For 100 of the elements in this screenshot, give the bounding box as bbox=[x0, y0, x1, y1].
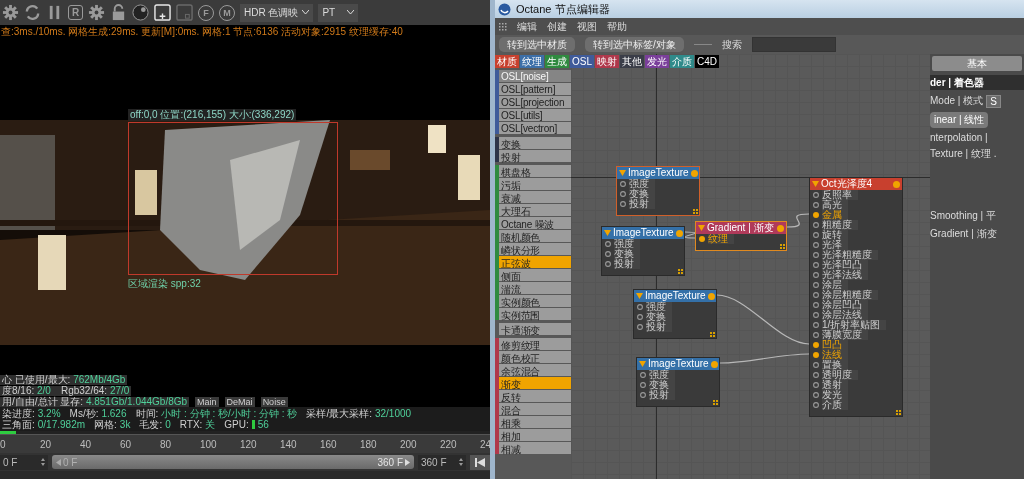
node-type-item[interactable]: 余弦混合 bbox=[499, 364, 571, 376]
menu-item[interactable]: 编辑 bbox=[517, 19, 537, 34]
port-icon[interactable] bbox=[813, 242, 819, 248]
option-button[interactable]: inear | 线性 bbox=[930, 112, 989, 128]
left-arrow-icon[interactable] bbox=[56, 458, 61, 466]
mode-dropdown[interactable]: S bbox=[986, 94, 1001, 108]
resize-grip-icon[interactable] bbox=[678, 269, 683, 274]
node-type-item[interactable]: OSL[vectron] bbox=[499, 122, 571, 134]
port-icon[interactable] bbox=[640, 392, 646, 398]
collapse-triangle-icon[interactable] bbox=[636, 293, 643, 299]
basic-tab[interactable]: 基本 bbox=[932, 56, 1022, 71]
port-icon[interactable] bbox=[813, 382, 819, 388]
output-port-icon[interactable] bbox=[675, 229, 683, 237]
region-frame[interactable] bbox=[128, 122, 338, 275]
resize-grip-icon[interactable] bbox=[710, 332, 715, 337]
timeline-ruler[interactable]: 0 20 40 60 80 100 120 140 160 180 200 220 24 bbox=[0, 434, 490, 453]
port-icon[interactable] bbox=[813, 202, 819, 208]
port-icon[interactable] bbox=[813, 392, 819, 398]
port-icon[interactable] bbox=[637, 314, 643, 320]
grip-icon[interactable] bbox=[499, 22, 507, 31]
node-type-item[interactable]: 混合 bbox=[499, 403, 571, 415]
spinner-icon[interactable] bbox=[41, 458, 45, 466]
resize-grip-icon[interactable] bbox=[780, 244, 785, 249]
category-tab[interactable]: OSL bbox=[570, 55, 594, 68]
port-icon[interactable] bbox=[813, 222, 819, 228]
node-type-item[interactable]: OSL[pattern] bbox=[499, 83, 571, 95]
port-icon[interactable] bbox=[605, 241, 611, 247]
node-type-item[interactable]: 随机颜色 bbox=[499, 230, 571, 242]
collapse-triangle-icon[interactable] bbox=[698, 225, 705, 231]
node-type-item[interactable]: 大理石 bbox=[499, 204, 571, 216]
node-card[interactable]: Oct光泽度4 反照率 高光 金属 粗糙度 旋转 光泽 光泽粗糙度 光泽凹凸 光泽法线 涂层 涂层粗糙度 涂层凹凸 涂层法线 1/折射率贴图 薄膜宽度 凹凸 法线 置换 透明度 透射 发光 介质 bbox=[809, 177, 903, 417]
resize-grip-icon[interactable] bbox=[713, 400, 718, 405]
spinner-icon[interactable] bbox=[459, 458, 463, 466]
port-icon[interactable] bbox=[620, 191, 626, 197]
port-icon[interactable] bbox=[813, 342, 819, 348]
channel-tab[interactable]: Noise bbox=[260, 397, 288, 407]
go-to-start-button[interactable] bbox=[470, 454, 490, 470]
port-icon[interactable] bbox=[813, 302, 819, 308]
refresh-icon[interactable] bbox=[24, 4, 41, 21]
square-plus-icon[interactable] bbox=[154, 4, 171, 21]
port-icon[interactable] bbox=[813, 322, 819, 328]
node-type-item[interactable]: OSL[utils] bbox=[499, 109, 571, 121]
start-frame-field[interactable]: 0 F bbox=[0, 454, 48, 470]
node-type-item[interactable]: 实例颜色 bbox=[499, 295, 571, 307]
node-card[interactable]: ImageTexture 强度 变换 投射 bbox=[616, 166, 700, 216]
port-icon[interactable] bbox=[813, 272, 819, 278]
node-type-item[interactable]: 修剪纹理 bbox=[499, 338, 571, 350]
node-type-item[interactable]: 反转 bbox=[499, 390, 571, 402]
port-icon[interactable] bbox=[813, 372, 819, 378]
node-type-item[interactable]: 嶙状分形 bbox=[499, 243, 571, 255]
gear-icon[interactable] bbox=[88, 4, 105, 21]
port-icon[interactable] bbox=[813, 292, 819, 298]
category-tab[interactable]: 生成 bbox=[545, 55, 569, 68]
port-icon[interactable] bbox=[813, 192, 819, 198]
node-canvas[interactable] bbox=[571, 54, 930, 479]
gear-icon[interactable] bbox=[2, 4, 19, 21]
node-type-item[interactable]: 变换 bbox=[499, 137, 571, 149]
node-type-item[interactable]: 侧面 bbox=[499, 269, 571, 281]
port-icon[interactable] bbox=[813, 312, 819, 318]
menu-item[interactable]: 帮助 bbox=[607, 19, 627, 34]
node-type-item[interactable]: 正弦波 bbox=[499, 256, 571, 268]
port-icon[interactable] bbox=[605, 251, 611, 257]
port-icon[interactable] bbox=[637, 324, 643, 330]
node-type-item[interactable]: OSL[projection bbox=[499, 96, 571, 108]
port-icon[interactable] bbox=[813, 282, 819, 288]
node-type-item[interactable]: 衰减 bbox=[499, 191, 571, 203]
node-type-item[interactable]: 实例范围 bbox=[499, 308, 571, 320]
category-tab[interactable]: 介质 bbox=[670, 55, 694, 68]
category-tab[interactable]: 纹理 bbox=[520, 55, 544, 68]
goto-tag-button[interactable]: 转到选中标签/对象 bbox=[585, 37, 684, 52]
output-port-icon[interactable] bbox=[707, 292, 715, 300]
menu-item[interactable]: 视图 bbox=[577, 19, 597, 34]
port-icon[interactable] bbox=[813, 402, 819, 408]
search-field[interactable] bbox=[751, 37, 836, 52]
output-port-icon[interactable] bbox=[777, 224, 784, 232]
port-icon[interactable] bbox=[699, 236, 705, 242]
port-icon[interactable] bbox=[640, 382, 646, 388]
goto-material-button[interactable]: 转到选中材质 bbox=[499, 37, 575, 52]
port-icon[interactable] bbox=[620, 201, 626, 207]
port-icon[interactable] bbox=[813, 332, 819, 338]
node-type-item[interactable]: 相乘 bbox=[499, 416, 571, 428]
node-type-item[interactable]: 相减 bbox=[499, 442, 571, 454]
node-card[interactable]: ImageTexture 强度 变换 投射 bbox=[636, 357, 720, 407]
node-type-item[interactable]: 棋盘格 bbox=[499, 165, 571, 177]
node-type-item[interactable]: 污垢 bbox=[499, 178, 571, 190]
port-icon[interactable] bbox=[813, 212, 819, 218]
resize-grip-icon[interactable] bbox=[896, 410, 901, 415]
port-icon[interactable] bbox=[620, 181, 626, 187]
node-type-item[interactable]: 颜色校正 bbox=[499, 351, 571, 363]
port-icon[interactable] bbox=[813, 352, 819, 358]
collapse-triangle-icon[interactable] bbox=[812, 181, 819, 187]
category-tab[interactable]: C4D bbox=[695, 55, 720, 68]
sphere-icon[interactable] bbox=[132, 4, 149, 21]
port-icon[interactable] bbox=[605, 261, 611, 267]
port-icon[interactable] bbox=[813, 232, 819, 238]
collapse-triangle-icon[interactable] bbox=[639, 361, 646, 367]
output-port-icon[interactable] bbox=[690, 169, 698, 177]
lock-icon[interactable] bbox=[110, 4, 127, 21]
node-type-item[interactable]: 卡通渐变 bbox=[499, 323, 571, 335]
node-type-item[interactable]: 渐变 bbox=[499, 377, 571, 389]
